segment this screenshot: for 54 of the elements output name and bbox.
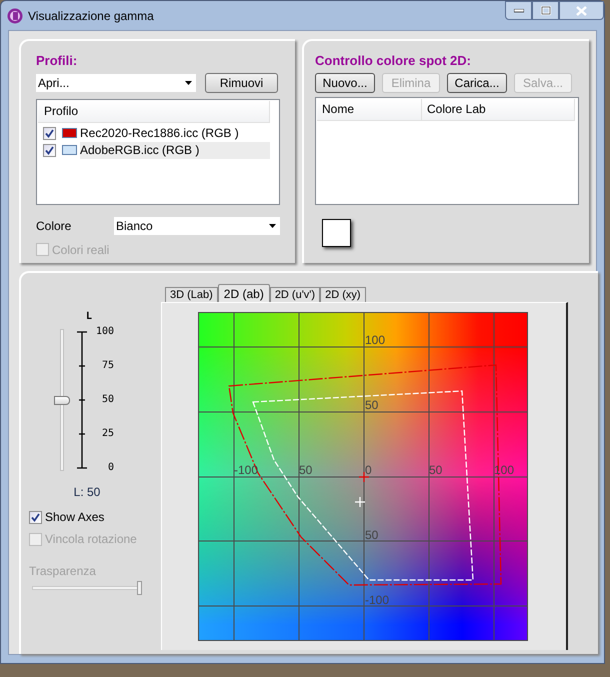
axis-title: L [86,310,92,324]
checkbox-label: Show Axes [45,509,104,526]
axis-label: 50 [365,528,378,542]
checkbox[interactable] [29,510,42,524]
crosshair-icon [354,496,366,508]
tab[interactable]: 2D (ab) [218,284,270,302]
section-title: Profili: [36,52,78,70]
checkbox-label: Colori reali [52,242,110,258]
column-header[interactable]: Profilo [38,100,270,122]
profile-item[interactable]: Rec2020-Rec1886.icc (RGB ) [80,124,270,142]
slider-thumb[interactable] [54,396,70,405]
minimize-icon [514,8,524,12]
app-icon [7,8,23,24]
axis-label: 0 [365,463,372,477]
axis-label: 100 [494,463,514,477]
tick-label: 75 [102,360,114,372]
tick-label: 50 [102,394,114,406]
tab[interactable]: 3D (Lab) [165,287,218,302]
column-header[interactable]: Colore Lab [422,98,575,120]
tick-label: 100 [96,326,114,338]
axis-label: 50 [365,398,378,412]
field-label: Colore [36,218,72,234]
checkbox-label: Vincola rotazione [45,531,137,548]
axis-label: 50 [429,463,442,477]
toolbar-button[interactable]: Carica... [447,72,507,92]
section-title: Controllo colore spot 2D: [315,52,472,70]
lightness-slider[interactable] [54,326,70,474]
slider-label: Trasparenza [28,563,97,580]
checkbox[interactable] [43,126,56,140]
close-button[interactable] [559,1,604,20]
maximize-icon [540,6,550,15]
open-dropdown[interactable]: Apri... [36,74,196,92]
tab[interactable]: 2D (xy) [320,287,366,302]
close-icon [576,6,587,16]
maximize-button[interactable] [532,1,559,20]
axis-label: -100 [365,593,390,607]
toolbar-button[interactable]: Nuovo... [315,72,375,92]
checkbox[interactable] [43,144,56,156]
tab[interactable]: 2D (u'v') [270,287,320,302]
axis-label: 100 [365,333,386,347]
tick-label: 0 [108,462,114,474]
axis-label: 50 [299,463,312,477]
tick-label: 25 [102,428,114,440]
dropdown-arrow-icon [185,80,192,84]
profile-item[interactable]: AdobeRGB.icc (RGB ) [80,142,270,158]
lightness-reading: L: 50 [74,484,100,501]
dropdown-arrow-icon [269,224,276,228]
column-header[interactable]: Nome [317,98,422,120]
window-title: Visualizzazione gamma [28,8,154,24]
color-swatch [322,218,351,246]
color-dropdown[interactable]: Bianco [114,216,280,234]
minimize-button[interactable] [505,1,532,20]
transparency-slider[interactable] [32,581,144,595]
remove-button[interactable]: Rimuovi [205,72,278,92]
